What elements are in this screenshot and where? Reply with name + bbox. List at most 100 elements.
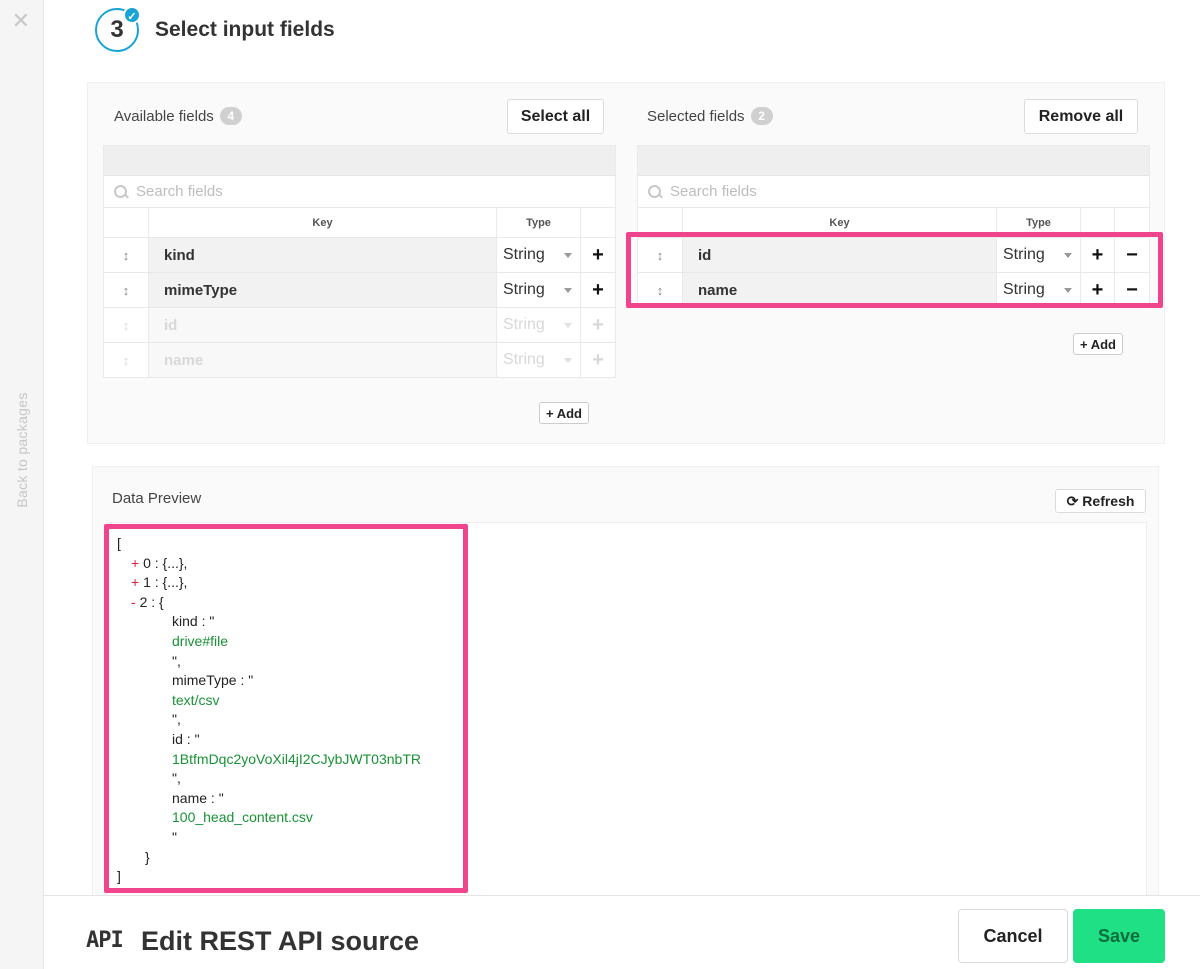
table-header: Key Type: [638, 208, 1149, 238]
json-text: name : ": [172, 789, 224, 806]
json-line: id : ": [117, 730, 462, 750]
key-column-header: Key: [683, 208, 997, 237]
add-field-icon: +: [592, 313, 604, 336]
drag-handle-icon[interactable]: ↕: [104, 273, 149, 307]
available-fields-table: Search fields Key Type ↕ kind String + ↕ mime…: [103, 145, 616, 378]
field-key: id: [149, 308, 497, 342]
table-row[interactable]: ↕ id String + −: [638, 238, 1149, 273]
field-type-value: String: [503, 281, 545, 298]
check-icon: ✓: [123, 6, 141, 24]
json-line: drive#file: [117, 632, 462, 652]
json-text: ]: [117, 868, 121, 885]
search-placeholder: Search fields: [136, 183, 223, 200]
expand-icon[interactable]: +: [131, 555, 139, 571]
step-number: 3: [110, 16, 124, 43]
json-line: text/csv: [117, 691, 462, 711]
remove-all-button[interactable]: Remove all: [1024, 99, 1138, 134]
field-key: kind: [149, 238, 497, 272]
data-preview-title: Data Preview: [112, 490, 202, 507]
available-fields-header: Available fields 4: [114, 107, 242, 125]
search-icon: [648, 184, 662, 199]
field-type-value: String: [1003, 281, 1045, 298]
field-type-value: String: [1003, 246, 1045, 263]
edit-rest-api-source-page: ✕ Back to packages 3 ✓ Select input fiel…: [0, 0, 1200, 969]
refresh-button[interactable]: ⟳ Refresh: [1055, 489, 1146, 513]
json-line: + 0 : {...},: [117, 554, 462, 574]
drag-handle-icon[interactable]: ↕: [638, 238, 683, 272]
drag-handle-icon[interactable]: ↕: [104, 238, 149, 272]
collapse-icon[interactable]: -: [131, 594, 136, 610]
drag-handle-icon[interactable]: ↕: [638, 273, 683, 307]
json-line: 100_head_content.csv: [117, 808, 462, 828]
available-search-input[interactable]: Search fields: [104, 176, 615, 208]
json-line: mimeType : ": [117, 671, 462, 691]
field-type-select: String: [497, 308, 581, 342]
add-field-icon[interactable]: +: [1081, 273, 1115, 307]
selected-add-button[interactable]: + Add: [1073, 333, 1123, 355]
handle-column-header: [638, 208, 683, 237]
json-string-value: 100_head_content.csv: [172, 809, 313, 826]
table-row: ↕ name String +: [104, 343, 615, 378]
json-text: id : ": [172, 730, 200, 747]
json-line: name : ": [117, 789, 462, 809]
close-icon[interactable]: ✕: [10, 10, 32, 32]
json-line: kind : ": [117, 612, 462, 632]
add-field-icon[interactable]: +: [581, 273, 615, 307]
json-text: ",: [172, 652, 181, 669]
chevron-down-icon: [1064, 252, 1072, 258]
json-text: [: [117, 535, 121, 551]
selected-fields-count: 2: [750, 107, 773, 125]
json-line: ",: [117, 710, 462, 730]
search-placeholder: Search fields: [670, 183, 757, 200]
remove-field-icon[interactable]: −: [1115, 273, 1149, 307]
json-string-value: text/csv: [172, 691, 220, 708]
table-row: ↕ id String +: [104, 308, 615, 343]
footer-bar: API Edit REST API source Cancel Save: [44, 895, 1200, 969]
json-line: ",: [117, 769, 462, 789]
field-type-select[interactable]: String: [497, 273, 581, 307]
table-toolbar: [638, 146, 1149, 176]
remove-column-header: [1115, 208, 1149, 237]
remove-field-icon[interactable]: −: [1115, 238, 1149, 272]
selected-fields-header: Selected fields 2: [647, 107, 773, 125]
field-type-select: String: [497, 343, 581, 377]
selected-fields-label: Selected fields: [647, 107, 745, 125]
table-row[interactable]: ↕ name String + −: [638, 273, 1149, 308]
search-icon: [114, 184, 128, 199]
field-type-select[interactable]: String: [997, 273, 1081, 307]
json-text: }: [145, 848, 150, 865]
table-row[interactable]: ↕ kind String +: [104, 238, 615, 273]
json-line: + 1 : {...},: [117, 573, 462, 593]
json-text: 2 : {: [139, 593, 164, 610]
available-fields-label: Available fields: [114, 107, 214, 125]
selected-fields-table: Search fields Key Type ↕ id String + − ↕ name S…: [637, 145, 1150, 308]
field-type-select[interactable]: String: [997, 238, 1081, 272]
field-type-value: String: [503, 246, 545, 263]
available-add-button[interactable]: + Add: [539, 402, 589, 424]
json-text: ",: [172, 770, 181, 787]
json-tree: [+ 0 : {...}, + 1 : {...}, - 2 : {kind : "…: [117, 534, 462, 887]
save-button[interactable]: Save: [1073, 909, 1165, 963]
add-field-icon[interactable]: +: [581, 238, 615, 272]
json-text: kind : ": [172, 613, 215, 630]
field-type-value: String: [503, 316, 545, 333]
json-string-value: 1BtfmDqc2yoVoXil4jI2CJybJWT03nbTR: [172, 750, 421, 767]
json-line: ": [117, 828, 462, 848]
select-all-button[interactable]: Select all: [507, 99, 604, 134]
type-column-header: Type: [997, 208, 1081, 237]
refresh-label: Refresh: [1082, 493, 1135, 509]
api-logo: API: [86, 928, 124, 953]
json-text: 0 : {...},: [143, 554, 188, 571]
expand-icon[interactable]: +: [131, 574, 139, 590]
add-field-icon[interactable]: +: [1081, 238, 1115, 272]
chevron-down-icon: [564, 357, 572, 363]
json-text: ",: [172, 711, 181, 728]
selected-search-input[interactable]: Search fields: [638, 176, 1149, 208]
table-row[interactable]: ↕ mimeType String +: [104, 273, 615, 308]
field-key: id: [683, 238, 997, 272]
cancel-button[interactable]: Cancel: [958, 909, 1068, 963]
field-type-select[interactable]: String: [497, 238, 581, 272]
back-to-packages-link[interactable]: Back to packages: [14, 392, 30, 507]
json-line: }: [117, 848, 462, 868]
json-text: 1 : {...},: [143, 574, 188, 591]
